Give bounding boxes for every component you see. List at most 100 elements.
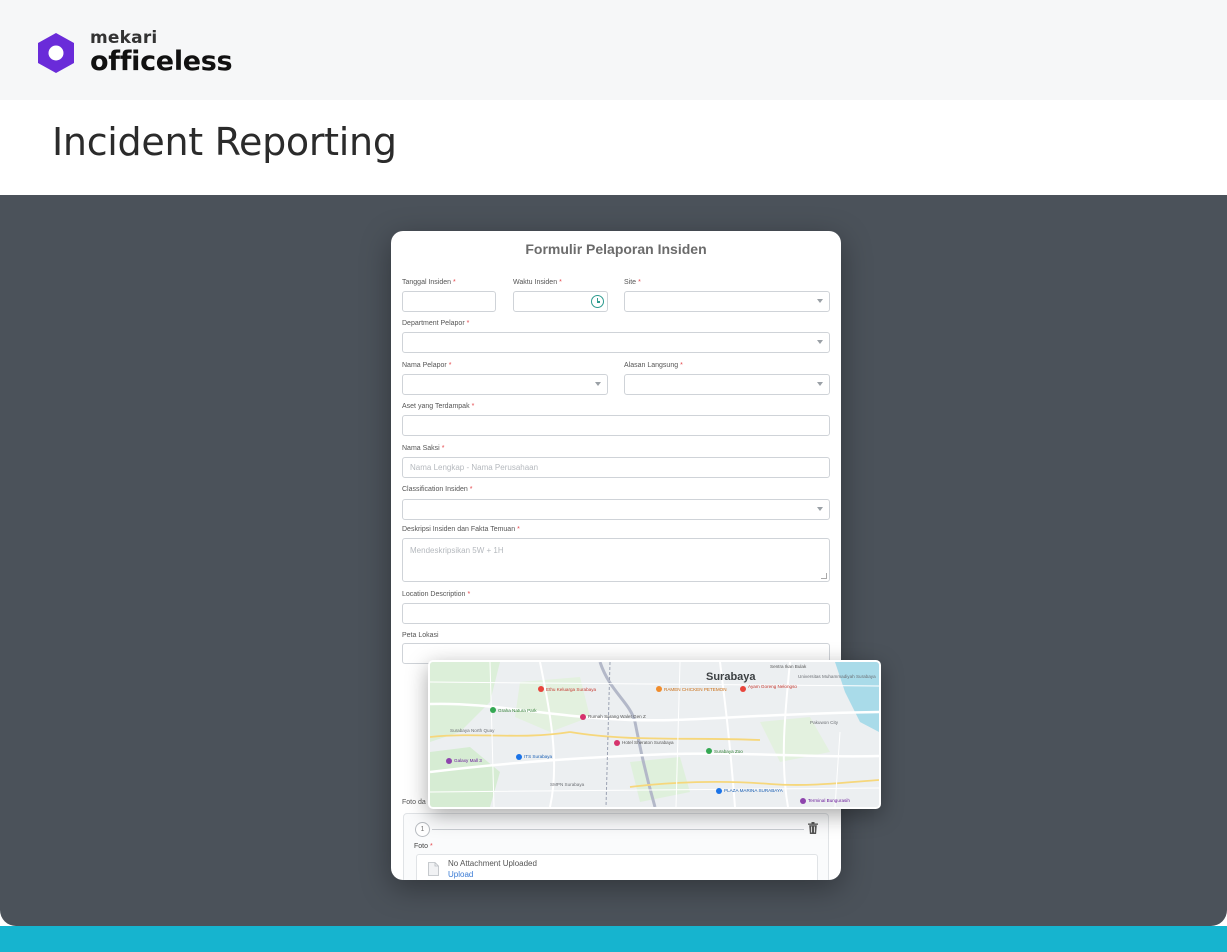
required-mark: * [430,843,433,850]
tanggal-input[interactable] [402,291,496,312]
site-select[interactable] [624,291,830,312]
lokasi-desc-input[interactable] [402,603,830,624]
map-place-label: Ayam Goreng Nelongso [748,684,797,689]
alasan-label-text: Alasan Langsung [624,362,679,369]
map-place-label: Surabaya Zoo [714,749,743,754]
required-mark: * [559,279,562,286]
nama-pelapor-select[interactable] [402,374,608,395]
site-label-text: Site [624,279,637,286]
required-mark: * [517,526,520,533]
nama-pelapor-label: Nama Pelapor * [402,362,451,369]
peta-label: Peta Lokasi [402,632,439,639]
map-place-label: Terminal Bungurasih [808,798,850,803]
deskripsi-label: Deskripsi Insiden dan Fakta Temuan * [402,526,520,533]
deskripsi-label-text: Deskripsi Insiden dan Fakta Temuan [402,526,516,533]
alasan-select[interactable] [624,374,830,395]
chevron-down-icon [817,382,823,386]
alasan-label: Alasan Langsung * [624,362,683,369]
lokasi-desc-label: Location Description * [402,591,470,598]
chevron-down-icon [817,299,823,303]
map-place-label: Ethu Keluarga Surabaya [546,687,597,692]
map-place-label: RAMEN CHICKEN PETEMON [664,687,727,692]
map-pin-icon [446,758,452,764]
attachment-box: No Attachment Uploaded Upload [416,854,818,880]
photo-section-label: Foto da [402,799,426,806]
department-label: Department Pelapor * [402,320,469,327]
nama-pelapor-label-text: Nama Pelapor [402,362,447,369]
aset-label: Aset yang Terdampak * [402,403,474,410]
brand-name: officeless [90,46,233,77]
waktu-label-text: Waktu Insiden [513,279,558,286]
map-place-label: Rumah Sarang Walet Gen Z [588,714,646,719]
required-mark: * [441,445,445,452]
foto-label-text: Foto [414,843,429,850]
required-mark: * [638,279,641,286]
map-place-label: Galaxy Mall 3 [454,758,482,763]
required-mark: * [448,362,452,369]
aset-input[interactable] [402,415,830,436]
lokasi-desc-label-text: Location Description [402,591,466,598]
foto-label: Foto * [414,843,433,850]
accent-strip [0,926,1227,952]
required-mark: * [469,486,473,493]
upload-link[interactable]: Upload [448,870,473,879]
chevron-down-icon [817,507,823,511]
no-attachment-text: No Attachment Uploaded [448,859,537,868]
tanggal-label: Tanggal Insiden * [402,279,456,286]
waktu-input[interactable] [513,291,608,312]
form-title: Formulir Pelaporan Insiden [525,241,707,257]
map-pin-icon [740,686,746,692]
map-pin-icon [800,798,806,804]
map-pin-icon [516,754,522,760]
hexagon-logo-icon [38,32,74,73]
divider [432,829,804,830]
map-place-label: PLAZA MARINA SURABAYA [724,788,783,793]
klasifikasi-select[interactable] [402,499,830,520]
chevron-down-icon [595,382,601,386]
resize-handle-icon[interactable] [821,573,827,579]
map-place-label: Graha Natura Park [498,708,537,713]
page-title: Incident Reporting [52,120,397,164]
klasifikasi-label: Classification Insiden * [402,486,473,493]
map-city-label: Surabaya [706,671,756,683]
map-pin-icon [706,748,712,754]
saksi-placeholder: Nama Lengkap - Nama Perusahaan [410,463,539,472]
map-canvas[interactable] [430,662,879,807]
map-place-label: Pakuwon City [810,720,839,725]
map-pin-icon [580,714,586,720]
map-place-label: SMPN Surabaya [550,782,585,787]
waktu-label: Waktu Insiden * [513,279,562,286]
map-pin-icon [538,686,544,692]
aset-label-text: Aset yang Terdampak [402,403,470,410]
map-pin-icon [614,740,620,746]
map-place-label: ITS Surabaya [524,754,553,759]
photo-repeater: 1 Foto * No Attachment Uploaded Upload [403,813,829,880]
tanggal-label-text: Tanggal Insiden [402,279,452,286]
map-place-label: Universitas Muhammadiyah Surabaya [798,674,876,679]
required-mark: * [680,362,683,369]
required-mark: * [471,403,475,410]
required-mark: * [466,320,470,327]
trash-icon[interactable] [808,822,818,834]
step-number: 1 [415,822,430,837]
brand-wordmark: mekari officeless [90,28,233,77]
department-label-text: Department Pelapor [402,320,465,327]
required-mark: * [453,279,456,286]
map-pin-icon [490,707,496,713]
saksi-input[interactable]: Nama Lengkap - Nama Perusahaan [402,457,830,478]
brand-logo[interactable]: mekari officeless [36,28,233,77]
map-place-label: Sentra Ikan Bulak [770,664,807,669]
saksi-label: Nama Saksi * [402,445,444,452]
map-preview[interactable]: Surabaya Sentra Ikan Bulak Universitas M… [428,660,881,809]
map-pin-icon [716,788,722,794]
klasifikasi-label-text: Classification Insiden [402,486,468,493]
deskripsi-textarea[interactable]: Mendeskripsikan 5W + 1H [402,538,830,582]
department-select[interactable] [402,332,830,353]
chevron-down-icon [817,340,823,344]
brand-top-text: mekari [90,28,158,48]
clock-icon[interactable] [591,295,604,308]
required-mark: * [467,591,471,598]
map-pin-icon [656,686,662,692]
deskripsi-placeholder: Mendeskripsikan 5W + 1H [410,546,504,555]
saksi-label-text: Nama Saksi [402,445,440,452]
